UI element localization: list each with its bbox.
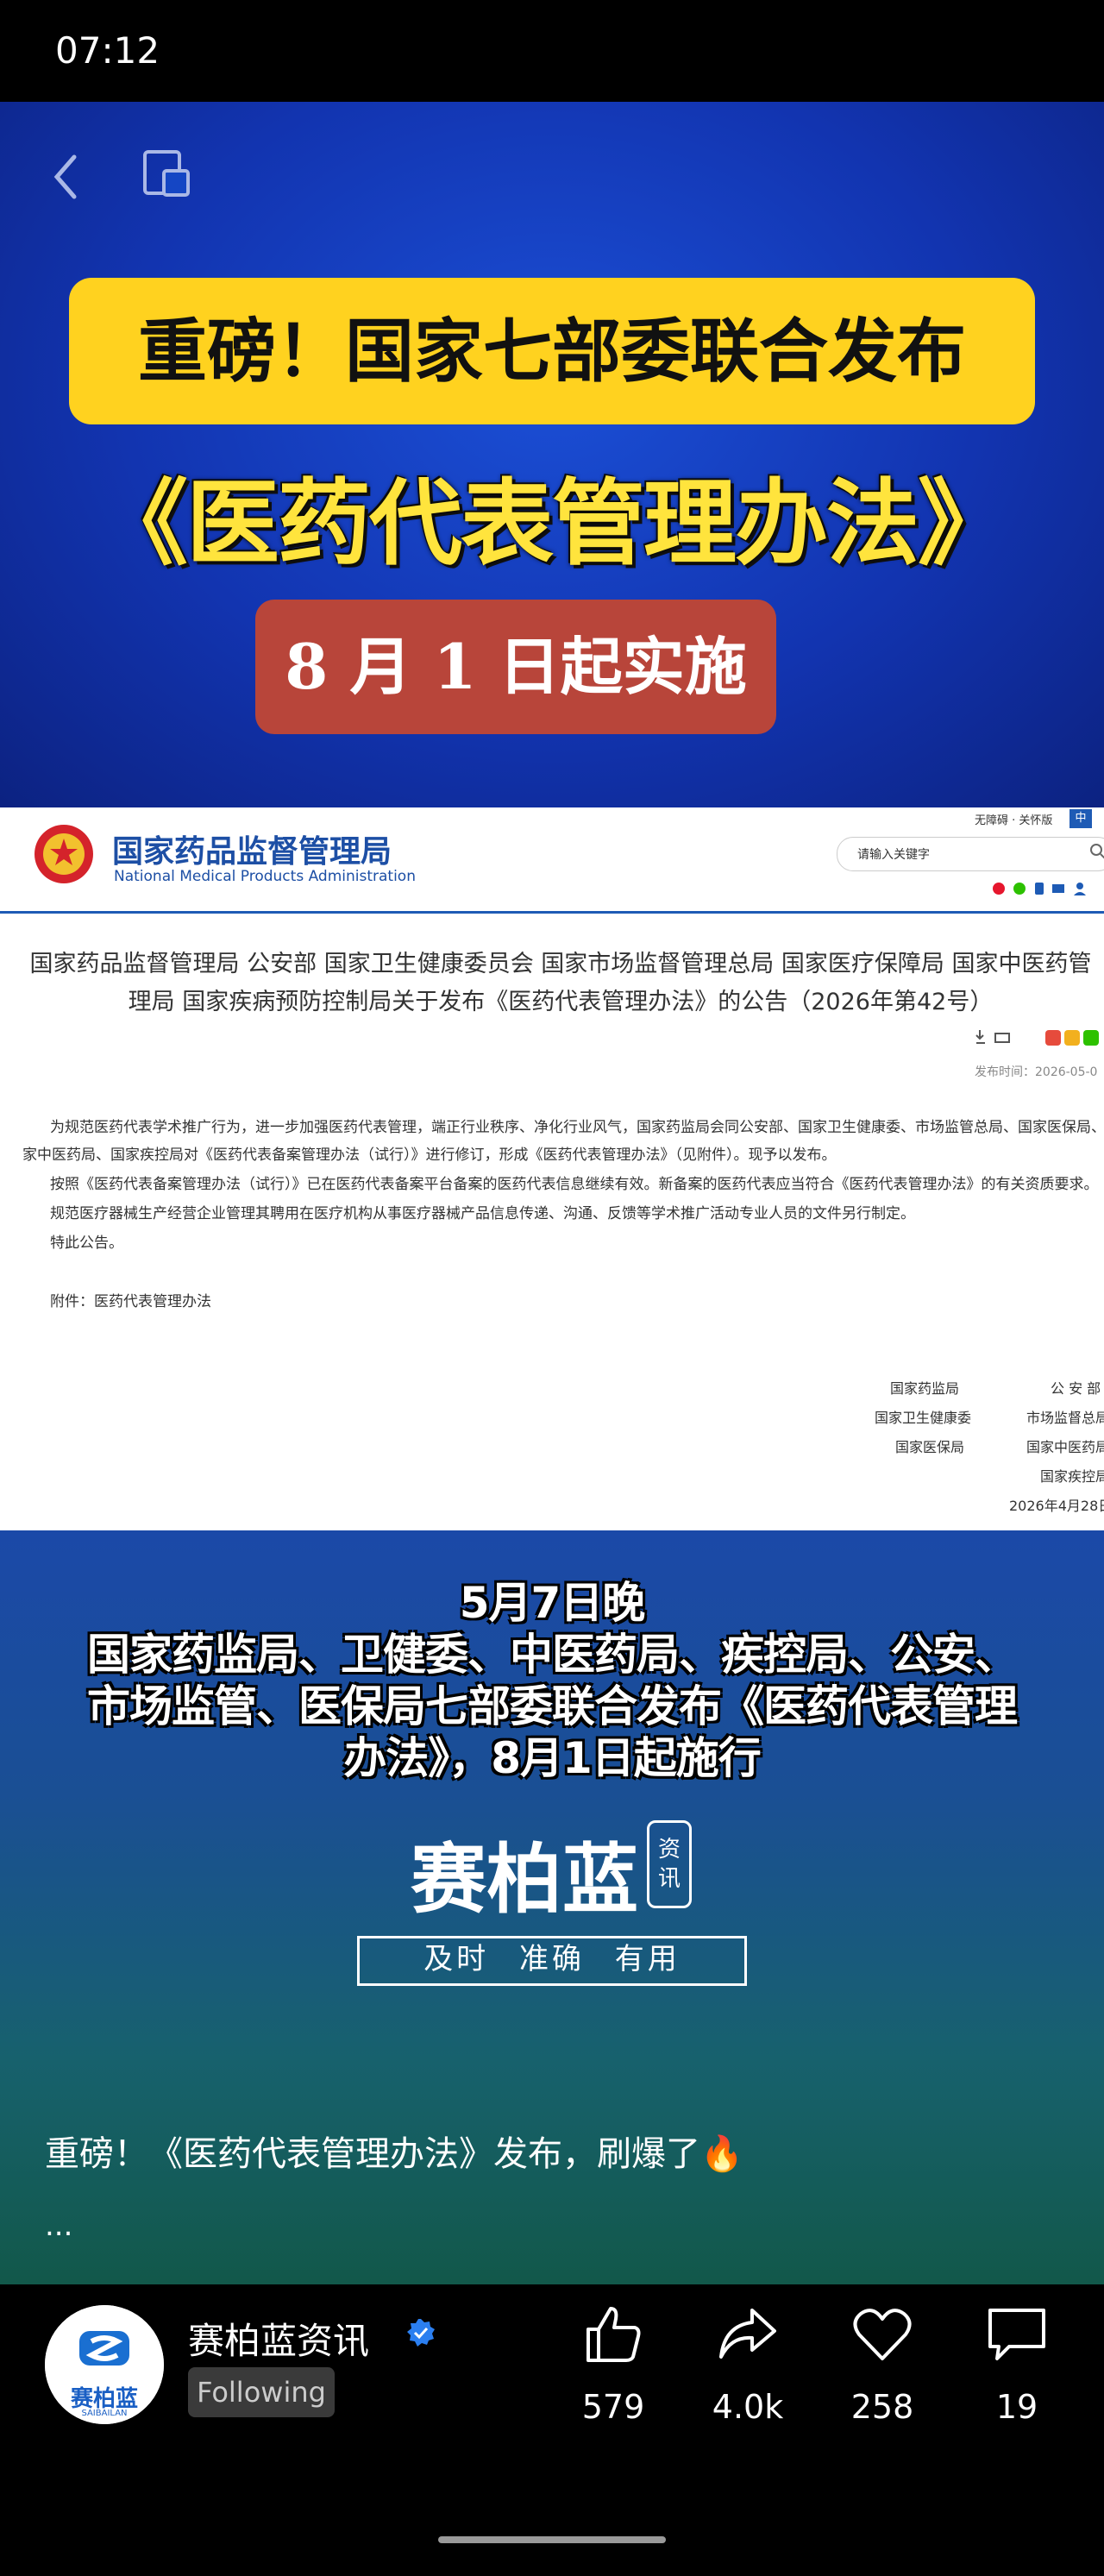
headline: 重磅！国家七部委联合发布 [138,311,966,392]
favorite-count: 258 [850,2388,914,2426]
doc-tools-icons[interactable] [975,1027,1104,1047]
avatar-subtext: SAIBAILAN [81,2409,128,2418]
post-description[interactable]: 重磅！《医药代表管理办法》发布，刷爆了🔥 [45,2126,743,2176]
back-icon[interactable] [38,147,98,207]
attachment-link[interactable]: 附件：医药代表管理办法 [50,1289,211,1310]
org-name-en: National Medical Products Administration [114,868,416,885]
publish-time: 发布时间：2026-05-0 [975,1065,1098,1079]
paragraph-1a: 为规范医药代表学术推广行为，进一步加强医药代表管理，端正行业秩序、净化行业风气，… [50,1119,1104,1136]
signature: 国家疾控局 [1040,1468,1104,1485]
signature: 国家药监局 [890,1380,960,1397]
signature: 国家卫生健康委 [875,1410,972,1426]
following-button[interactable]: Following [188,2367,335,2417]
signature-date: 2026年4月28日 [1009,1498,1104,1514]
notice-title-line-1: 国家药品监督管理局 公安部 国家卫生健康委员会 国家市场监督管理总局 国家医疗保… [29,951,1092,977]
comment-icon[interactable] [983,2300,1051,2367]
paragraph-3: 规范医疗器械生产经营企业管理其聘用在医疗机构从事医疗器械产品信息传递、沟通、反馈… [50,1205,915,1222]
search-placeholder: 请输入关键字 [857,848,930,862]
home-indicator[interactable] [438,2536,666,2543]
book-title: 《医药代表管理办法》 [94,469,1011,578]
comment-count: 19 [995,2388,1038,2426]
status-bar [0,0,1104,102]
language-button[interactable]: 中 [1070,809,1092,828]
national-emblem-icon [31,820,97,890]
screen-mode-icon[interactable] [138,145,198,205]
share-count: 4.0k [712,2388,784,2426]
signature: 公 安 部 [1051,1380,1101,1397]
paragraph-1b: 家中医药局、国家疾控局对《医药代表备案管理办法（试行）》进行修订，形成《医药代表… [22,1147,837,1164]
author-name[interactable]: 赛柏蓝资讯 [188,2312,369,2365]
signature: 市场监督总局 [1026,1410,1104,1426]
notice-title: 国家药品监督管理局 公安部 国家卫生健康委员会 国家市场监督管理总局 国家医疗保… [17,946,1104,1021]
notice-title-line-2: 理局 国家疾病预防控制局关于发布《医药代表管理办法》的公告（2026年第42号） [128,989,994,1015]
paragraph-2: 按照《医药代表备案管理办法（试行）》已在医药代表备案平台备案的医药代表信息继续有… [50,1176,1099,1193]
paragraph-4: 特此公告。 [50,1235,123,1252]
notice-document: 国家药品监督管理局 National Medical Products Admi… [0,807,1104,1530]
accessibility-link[interactable]: 无障碍 · 关怀版 [975,811,1052,827]
signature: 国家医保局 [895,1439,965,1455]
like-icon[interactable] [580,2300,647,2367]
effective-date: 8 月 1 日起实施 [285,630,747,703]
brand-badge: 资讯 [647,1820,692,1908]
org-name-cn: 国家药品监督管理局 [112,834,392,870]
share-icon[interactable] [714,2300,781,2367]
caption-line: 办法》，8月1日起施行 [343,1733,762,1783]
signature: 国家中医药局 [1026,1439,1104,1455]
share-icons[interactable] [992,880,1104,897]
like-count: 579 [581,2388,645,2426]
brand-logo: 赛柏蓝 [411,1835,639,1924]
heart-icon[interactable] [849,2300,916,2367]
search-icon[interactable] [1088,842,1104,861]
verified-icon [405,2317,436,2348]
status-time: 07:12 [55,29,160,72]
brand-slogan: 及时 准确 有用 [423,1942,681,1976]
more-text[interactable]: ... [45,2208,72,2243]
